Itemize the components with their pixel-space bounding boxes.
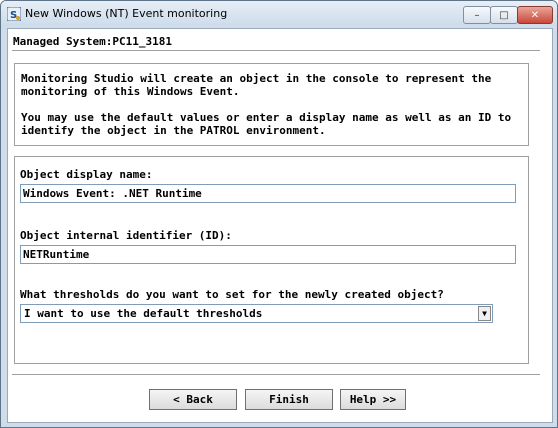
back-button[interactable]: < Back — [149, 389, 237, 410]
minimize-icon: – — [474, 9, 480, 21]
footer-divider — [12, 374, 540, 376]
info-panel: Monitoring Studio will create an object … — [14, 63, 529, 146]
internal-id-label: Object internal identifier (ID): — [20, 229, 232, 242]
help-button[interactable]: Help >> — [340, 389, 406, 410]
wizard-window: S New Windows (NT) Event monitoring – □ … — [0, 0, 558, 428]
object-settings-panel: Object display name: Object internal ide… — [14, 156, 529, 364]
managed-system-label: Managed System:PC11_3181 — [13, 35, 172, 48]
thresholds-selected-value: I want to use the default thresholds — [24, 307, 263, 320]
wizard-content: Managed System:PC11_3181 Monitoring Stud… — [7, 28, 553, 423]
info-paragraph-1: Monitoring Studio will create an object … — [21, 72, 492, 98]
display-name-label: Object display name: — [20, 168, 153, 181]
finish-button[interactable]: Finish — [245, 389, 333, 410]
display-name-input[interactable] — [20, 184, 516, 203]
info-paragraph-2: You may use the default values or enter … — [21, 111, 512, 137]
thresholds-dropdown[interactable]: I want to use the default thresholds ▼ — [20, 304, 493, 323]
close-button[interactable]: ✕ — [517, 6, 553, 24]
close-icon: ✕ — [530, 9, 540, 21]
window-title: New Windows (NT) Event monitoring — [25, 7, 228, 20]
maximize-icon: □ — [499, 9, 509, 21]
thresholds-label: What thresholds do you want to set for t… — [20, 288, 444, 301]
internal-id-input[interactable] — [20, 245, 516, 264]
maximize-button[interactable]: □ — [490, 6, 518, 24]
header-divider — [12, 50, 540, 52]
app-icon: S — [7, 7, 21, 21]
minimize-button[interactable]: – — [463, 6, 491, 24]
svg-text:S: S — [10, 10, 17, 21]
chevron-down-icon[interactable]: ▼ — [478, 306, 491, 321]
title-bar[interactable]: S New Windows (NT) Event monitoring – □ … — [1, 1, 557, 27]
